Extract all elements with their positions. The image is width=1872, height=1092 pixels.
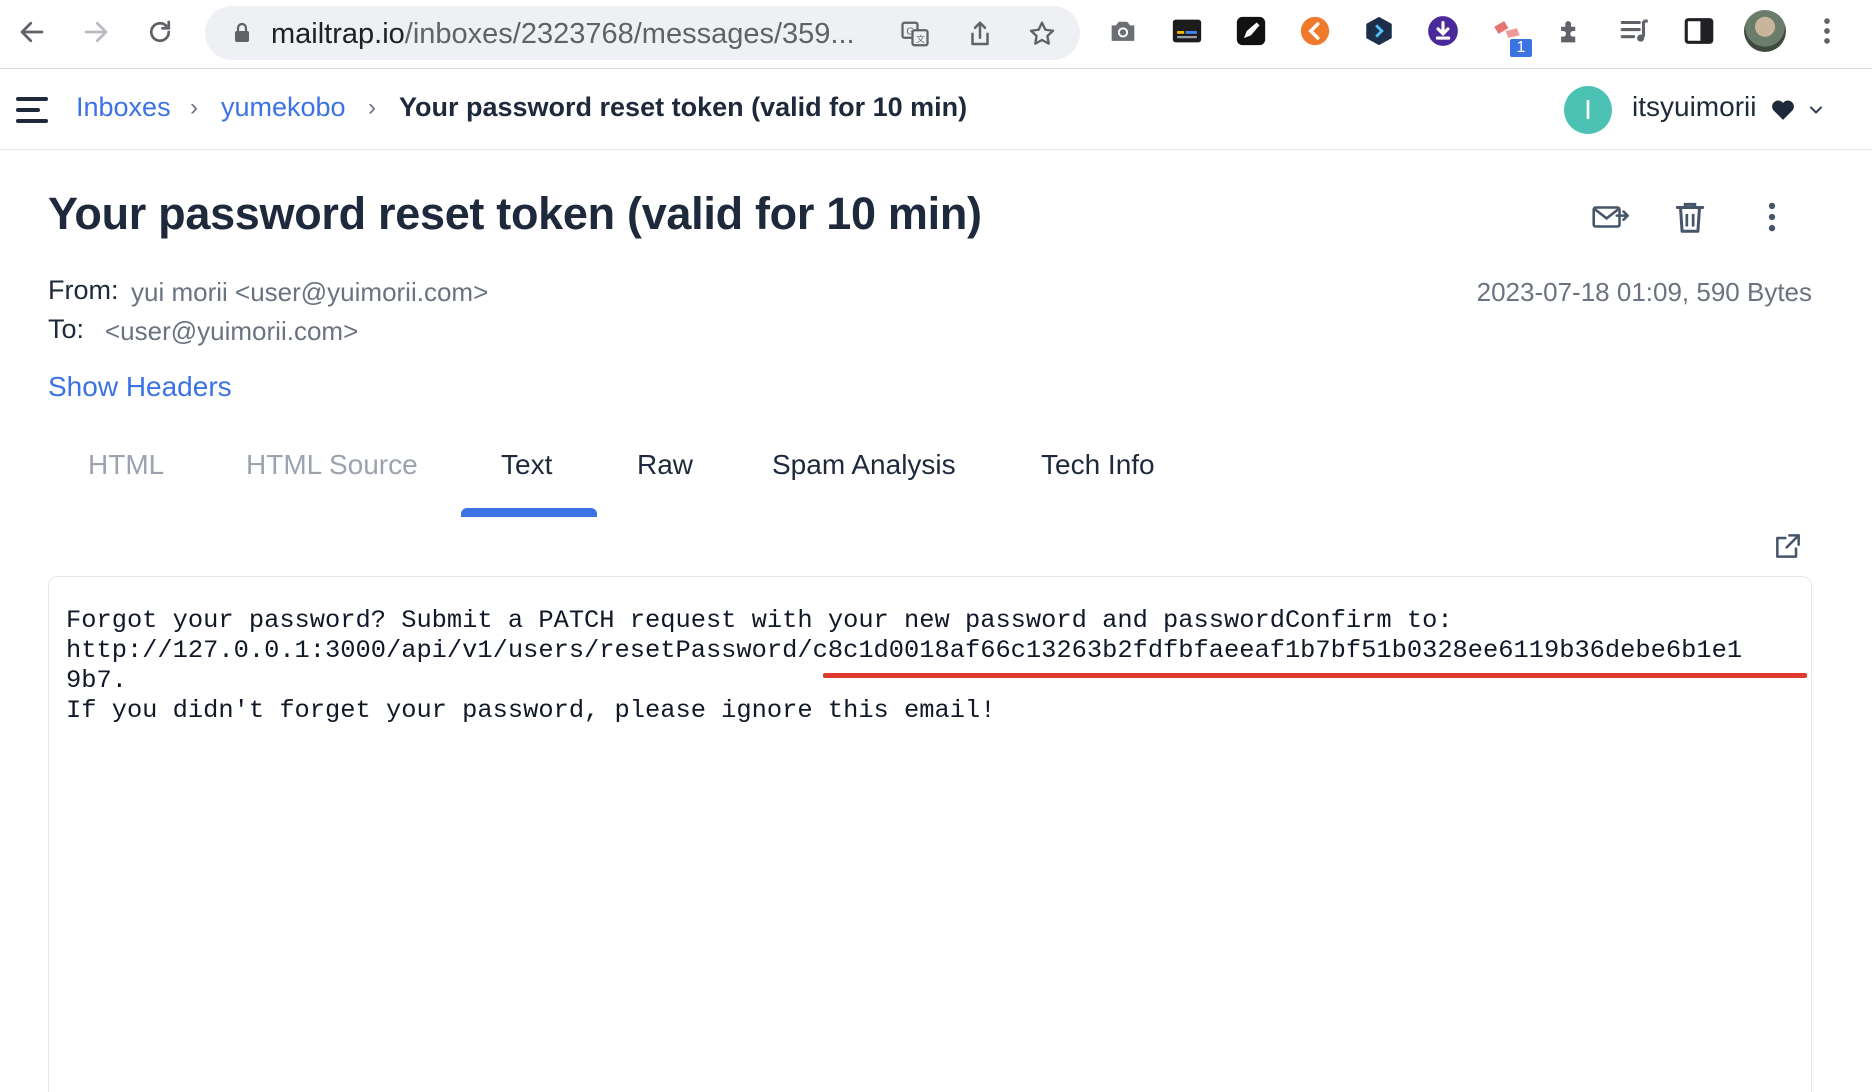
breadcrumb-current: Your password reset token (valid for 10 … [399, 92, 968, 122]
body-line: Forgot your password? Submit a PATCH req… [66, 606, 1453, 635]
breadcrumb-inboxes[interactable]: Inboxes [76, 92, 171, 123]
extension-dark-icon[interactable] [1170, 14, 1204, 48]
extension-download-icon[interactable] [1426, 14, 1460, 48]
back-arrow-icon[interactable] [12, 12, 52, 52]
side-panel-icon[interactable] [1682, 14, 1716, 48]
svg-text:G: G [906, 27, 914, 38]
tab-html-source[interactable]: HTML Source [246, 449, 418, 481]
show-headers-link[interactable]: Show Headers [48, 371, 232, 403]
tab-html[interactable]: HTML [88, 449, 164, 481]
profile-avatar[interactable] [1744, 10, 1786, 52]
reading-list-icon[interactable] [1618, 14, 1652, 48]
reload-icon[interactable] [140, 12, 180, 52]
breadcrumb-inbox-name[interactable]: yumekobo [221, 92, 346, 123]
extension-badge: 1 [1508, 37, 1534, 59]
to-value: <user@yuimorii.com> [105, 316, 359, 346]
svg-text:文: 文 [916, 33, 925, 45]
body-reset-url[interactable]: http://127.0.0.1:3000/api/v1/users/reset… [66, 636, 1742, 665]
puzzle-icon[interactable] [1554, 14, 1588, 48]
breadcrumb-separator: › [190, 94, 198, 121]
tab-spam-analysis[interactable]: Spam Analysis [772, 449, 956, 481]
to-label: To: [48, 314, 85, 344]
camera-icon[interactable] [1106, 14, 1140, 48]
extension-hex-icon[interactable] [1362, 14, 1396, 48]
extension-pen-icon[interactable] [1234, 14, 1268, 48]
open-in-new-window-icon[interactable] [1772, 530, 1804, 562]
tab-text[interactable]: Text [501, 449, 552, 481]
bookmark-star-icon[interactable] [1027, 19, 1057, 49]
hamburger-menu-icon[interactable] [16, 97, 48, 123]
tab-raw[interactable]: Raw [637, 449, 693, 481]
chevron-down-icon[interactable] [1808, 102, 1824, 118]
url-text[interactable]: mailtrap.io/inboxes/2323768/messages/359… [271, 18, 855, 51]
address-bar[interactable]: mailtrap.io/inboxes/2323768/messages/359… [205, 6, 1080, 60]
body-line: 9b7. [66, 666, 127, 695]
from-value: yui morii <user@yuimorii.com> [131, 277, 489, 307]
user-name[interactable]: itsyuimorii [1632, 91, 1756, 123]
message-subject: Your password reset token (valid for 10 … [48, 188, 982, 239]
share-icon[interactable] [965, 19, 995, 49]
trash-icon[interactable] [1670, 197, 1710, 237]
more-options-icon[interactable] [1752, 197, 1792, 237]
lock-icon[interactable] [230, 21, 254, 45]
tab-tech-info[interactable]: Tech Info [1041, 449, 1155, 481]
url-host: mailtrap.io [271, 18, 405, 50]
forward-arrow-icon[interactable] [76, 12, 116, 52]
heart-icon [1772, 100, 1794, 120]
translate-icon[interactable]: G文 [900, 19, 930, 49]
user-avatar[interactable]: I [1564, 86, 1612, 134]
app-header: Inboxes › yumekobo › Your password reset… [0, 70, 1872, 150]
url-path: /inboxes/2323768/messages/359... [404, 18, 855, 50]
browser-toolbar: mailtrap.io/inboxes/2323768/messages/359… [0, 0, 1872, 69]
message-date-size: 2023-07-18 01:09, 590 Bytes [1476, 277, 1812, 307]
extension-orange-icon[interactable] [1298, 14, 1332, 48]
from-label: From: [48, 275, 119, 305]
token-highlight-underline [823, 673, 1807, 678]
active-tab-indicator [461, 508, 597, 517]
forward-email-icon[interactable] [1590, 197, 1630, 237]
breadcrumb-separator: › [368, 94, 376, 121]
kebab-menu-icon[interactable] [1810, 14, 1844, 48]
body-line: If you didn't forget your password, plea… [66, 696, 996, 725]
